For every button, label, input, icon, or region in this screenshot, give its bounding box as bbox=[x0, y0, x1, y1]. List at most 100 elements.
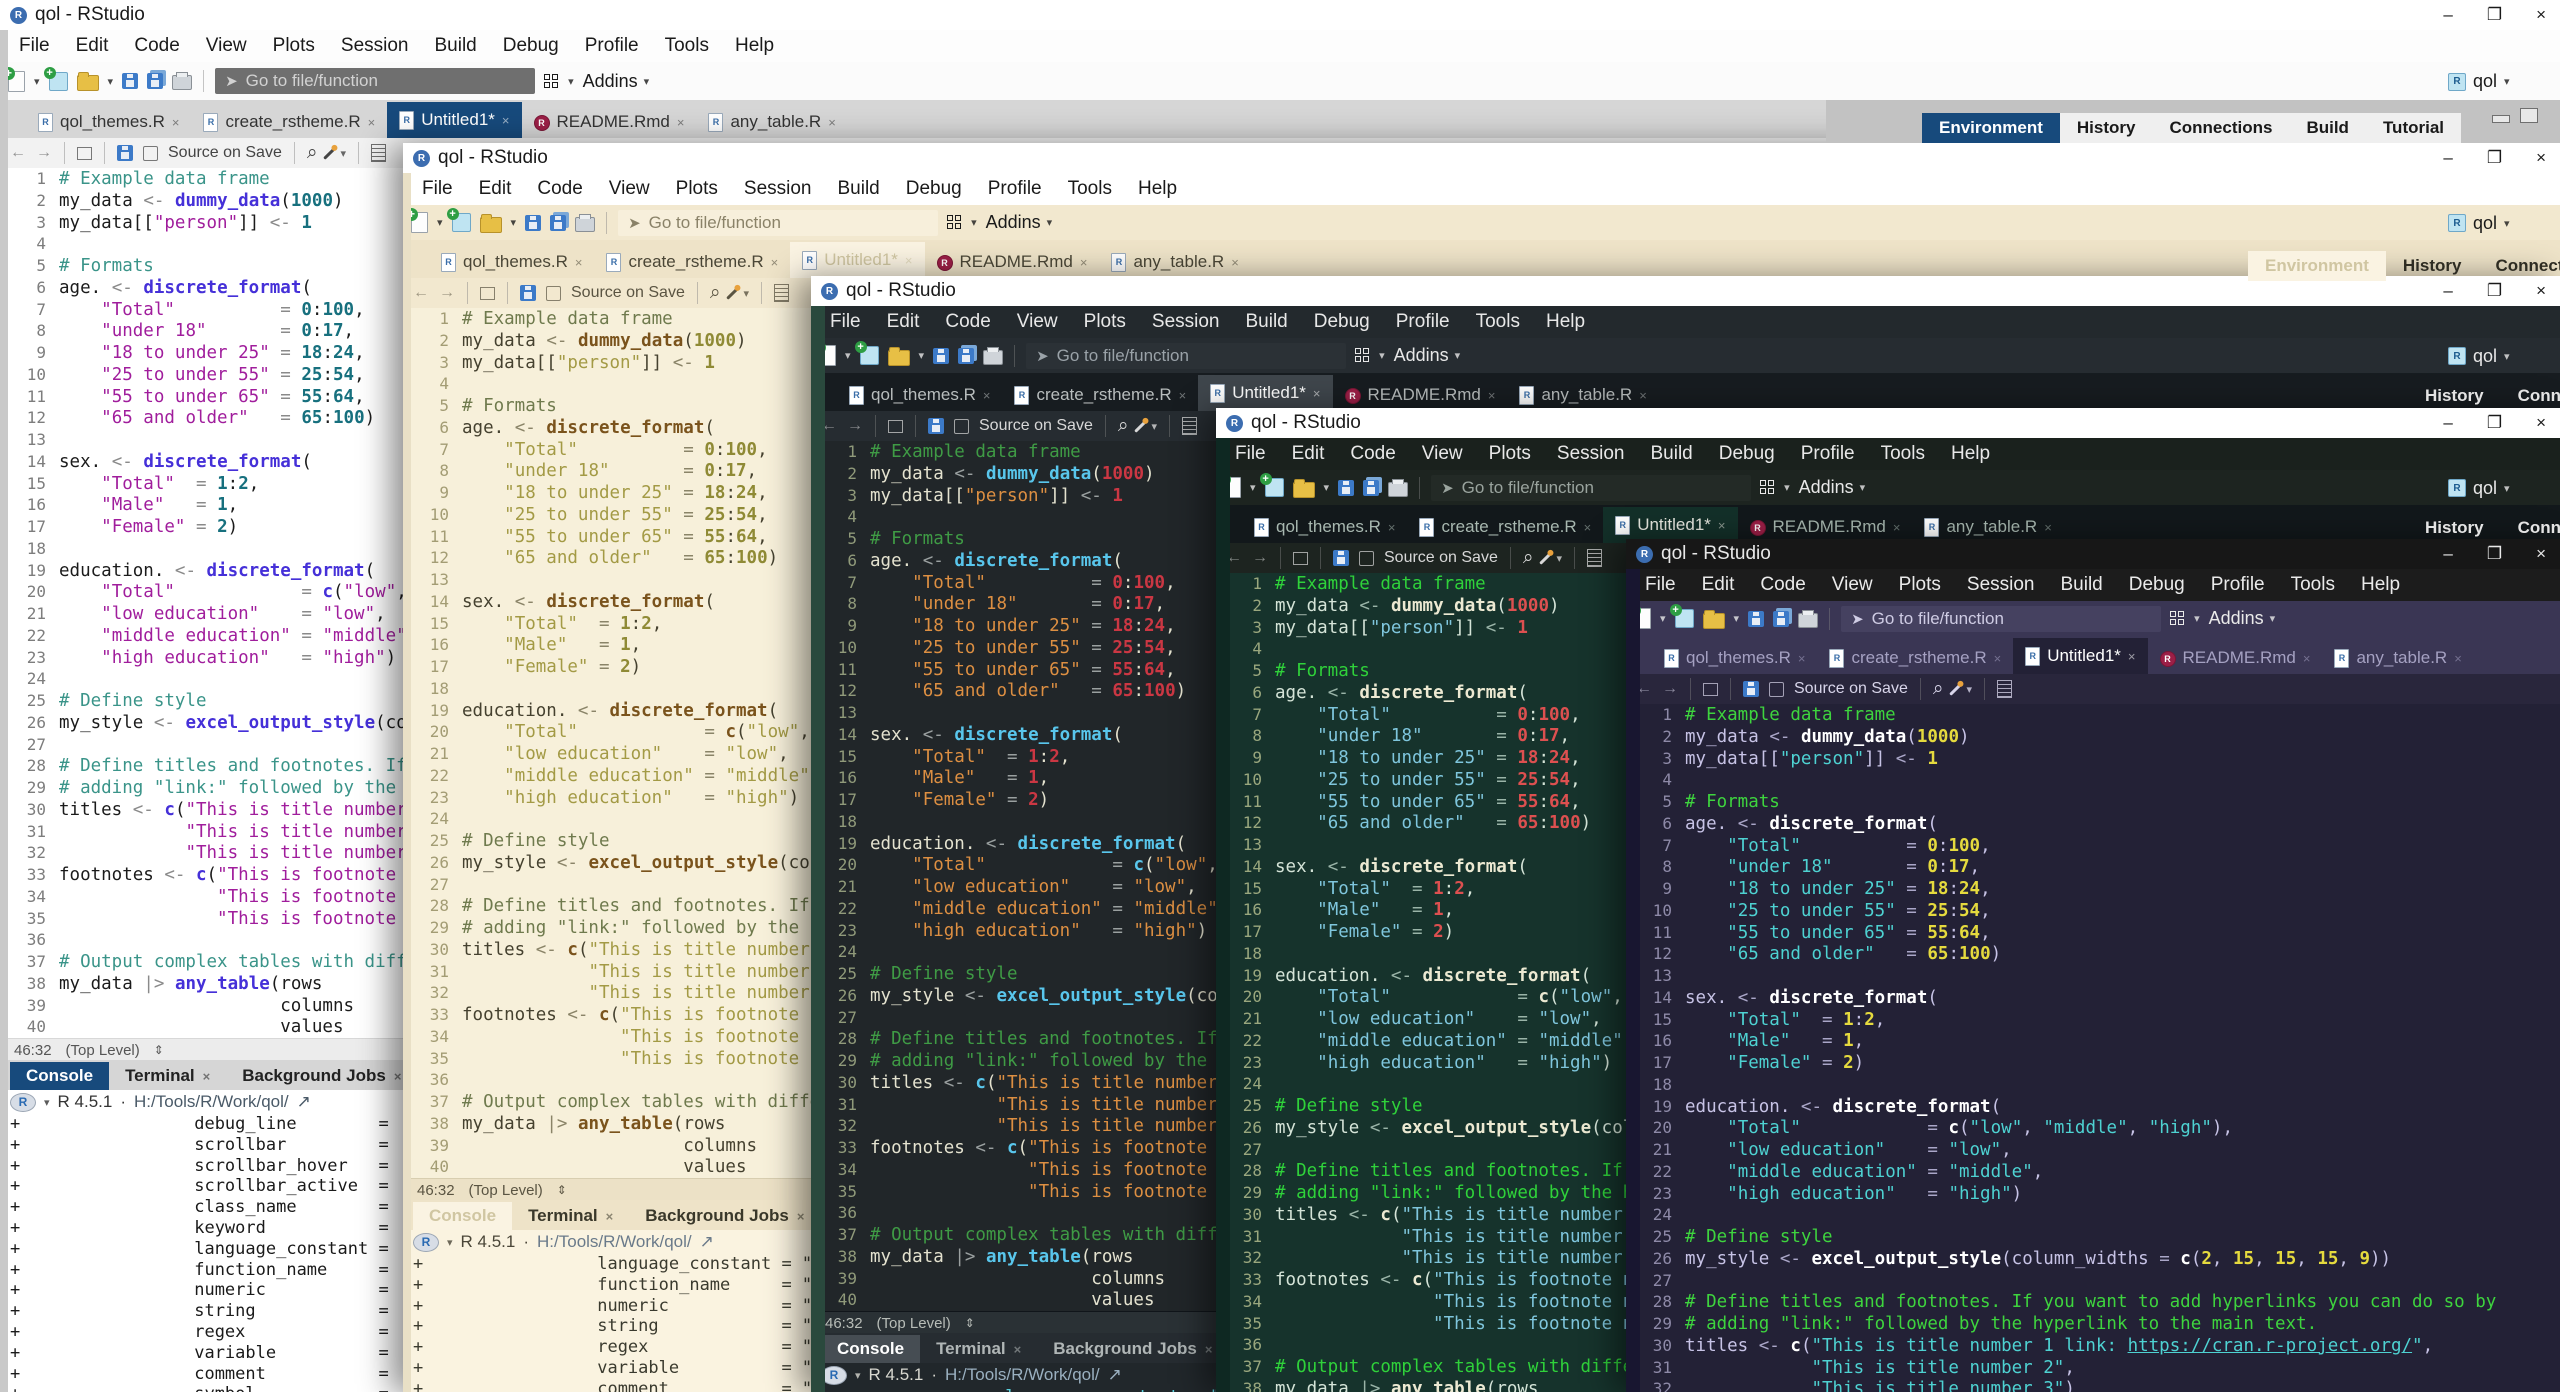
code-tools-caret-icon[interactable]: ▾ bbox=[341, 147, 347, 160]
close-button[interactable]: × bbox=[2536, 413, 2546, 433]
console-tab-background-jobs[interactable]: Background Jobs× bbox=[226, 1062, 417, 1090]
menu-item-edit[interactable]: Edit bbox=[63, 35, 122, 57]
editor-tab-qol-themes-r[interactable]: Rqol_themes.R× bbox=[429, 246, 594, 278]
menu-item-file[interactable]: File bbox=[1222, 443, 1279, 465]
code-tools-caret-icon[interactable]: ▾ bbox=[744, 287, 750, 300]
menu-item-plots[interactable]: Plots bbox=[1476, 443, 1544, 465]
maximize-button[interactable]: ❐ bbox=[2487, 5, 2502, 25]
tab-close-icon[interactable]: × bbox=[1388, 520, 1396, 535]
pane-tab-build[interactable]: Build bbox=[2289, 113, 2366, 143]
menu-item-profile[interactable]: Profile bbox=[1788, 443, 1868, 465]
console-tab-background-jobs[interactable]: Background Jobs× bbox=[1037, 1335, 1228, 1363]
r-version-caret-icon[interactable]: ▾ bbox=[44, 1096, 50, 1109]
tab-close-icon[interactable]: × bbox=[2128, 649, 2136, 664]
save-icon[interactable] bbox=[933, 348, 949, 364]
tab-close-icon[interactable]: × bbox=[2303, 651, 2311, 666]
print-icon[interactable] bbox=[172, 72, 192, 90]
editor-tab-readme-rmd[interactable]: RREADME.Rmd× bbox=[2148, 642, 2323, 674]
editor-tab-readme-rmd[interactable]: RREADME.Rmd× bbox=[522, 106, 697, 138]
pane-tab-connections[interactable]: Connections bbox=[2501, 513, 2560, 543]
pane-tab-history[interactable]: History bbox=[2408, 513, 2501, 543]
panes-grid-icon[interactable] bbox=[1355, 348, 1370, 363]
console-tab-terminal[interactable]: Terminal× bbox=[512, 1202, 629, 1230]
panes-dropdown-icon[interactable]: ▾ bbox=[2194, 612, 2200, 625]
editor-tab-qol-themes-r[interactable]: Rqol_themes.R× bbox=[1242, 511, 1407, 543]
open-file-icon[interactable] bbox=[1703, 609, 1725, 629]
menu-item-build[interactable]: Build bbox=[825, 178, 893, 200]
editor-tab-any-table-r[interactable]: Rany_table.R× bbox=[696, 106, 847, 138]
editor-tab-untitled1-[interactable]: RUntitled1*× bbox=[1198, 375, 1332, 411]
code-editor[interactable]: 1# Example data frame2my_data <- dummy_d… bbox=[1626, 704, 2560, 1392]
code-tools-icon[interactable] bbox=[328, 146, 331, 161]
minimize-button[interactable]: – bbox=[2443, 413, 2452, 433]
editor-tab-qol-themes-r[interactable]: Rqol_themes.R× bbox=[26, 106, 191, 138]
menu-item-plots[interactable]: Plots bbox=[260, 35, 328, 57]
console-tab-terminal[interactable]: Terminal× bbox=[920, 1335, 1037, 1363]
editor-tab-any-table-r[interactable]: Rany_table.R× bbox=[1507, 379, 1658, 411]
tab-close-icon[interactable]: × bbox=[1231, 255, 1239, 270]
editor-tab-qol-themes-r[interactable]: Rqol_themes.R× bbox=[1652, 642, 1817, 674]
menu-item-help[interactable]: Help bbox=[1125, 178, 1190, 200]
open-recent-dropdown-icon[interactable]: ▾ bbox=[511, 216, 517, 229]
save-icon[interactable] bbox=[117, 145, 133, 161]
menu-item-file[interactable]: File bbox=[6, 35, 63, 57]
menu-item-help[interactable]: Help bbox=[1533, 311, 1598, 333]
panes-grid-icon[interactable] bbox=[544, 74, 559, 89]
project-selector[interactable]: Rqol▾ bbox=[2448, 213, 2510, 234]
menu-item-session[interactable]: Session bbox=[1954, 574, 2048, 596]
tab-close-icon[interactable]: × bbox=[1179, 388, 1187, 403]
tab-close-icon[interactable]: × bbox=[394, 1069, 402, 1084]
pane-tab-environment[interactable]: Environment bbox=[1922, 113, 2060, 143]
source-on-save-checkbox[interactable] bbox=[546, 286, 561, 301]
panes-dropdown-icon[interactable]: ▾ bbox=[568, 75, 574, 88]
new-file-dropdown-icon[interactable]: ▾ bbox=[437, 216, 443, 229]
save-icon[interactable] bbox=[520, 285, 536, 301]
compile-report-icon[interactable] bbox=[774, 284, 789, 302]
panes-grid-icon[interactable] bbox=[1760, 480, 1775, 495]
find-replace-icon[interactable]: ⌕ bbox=[1933, 678, 1944, 700]
menu-item-build[interactable]: Build bbox=[1638, 443, 1706, 465]
addins-button[interactable]: Addins▾ bbox=[1799, 477, 1866, 498]
menu-item-profile[interactable]: Profile bbox=[975, 178, 1055, 200]
pane-tab-connections[interactable]: Connections bbox=[2152, 113, 2289, 143]
console-tab-console[interactable]: Console bbox=[10, 1062, 109, 1090]
tab-close-icon[interactable]: × bbox=[677, 115, 685, 130]
tab-close-icon[interactable]: × bbox=[905, 253, 913, 268]
editor-tab-create-rstheme-r[interactable]: Rcreate_rstheme.R× bbox=[1817, 642, 2013, 674]
print-icon[interactable] bbox=[1798, 610, 1818, 628]
menu-item-profile[interactable]: Profile bbox=[1383, 311, 1463, 333]
save-all-icon[interactable] bbox=[1363, 480, 1379, 496]
editor-tab-untitled1-[interactable]: RUntitled1*× bbox=[387, 102, 521, 138]
goto-file-function-input[interactable]: ➤Go to file/function bbox=[1431, 475, 1751, 501]
tab-close-icon[interactable]: × bbox=[1639, 388, 1647, 403]
scope-indicator[interactable]: (Top Level) bbox=[66, 1042, 140, 1059]
editor-tab-untitled1-[interactable]: RUntitled1*× bbox=[1603, 507, 1737, 543]
save-icon[interactable] bbox=[1743, 681, 1759, 697]
save-icon[interactable] bbox=[1333, 550, 1349, 566]
pane-tab-connections[interactable]: Connections bbox=[2478, 251, 2560, 281]
forward-icon[interactable]: → bbox=[36, 144, 52, 162]
minimize-button[interactable]: – bbox=[2443, 544, 2452, 564]
project-selector[interactable]: Rqol▾ bbox=[2448, 478, 2510, 499]
tab-close-icon[interactable]: × bbox=[1080, 255, 1088, 270]
console-tab-background-jobs[interactable]: Background Jobs× bbox=[629, 1202, 820, 1230]
find-replace-icon[interactable]: ⌕ bbox=[710, 282, 721, 304]
minimize-button[interactable]: – bbox=[2443, 5, 2452, 25]
show-in-new-window-icon[interactable] bbox=[1703, 683, 1718, 696]
editor-tab-any-table-r[interactable]: Rany_table.R× bbox=[1099, 246, 1250, 278]
source-on-save-checkbox[interactable] bbox=[1769, 682, 1784, 697]
tab-close-icon[interactable]: × bbox=[771, 255, 779, 270]
tab-close-icon[interactable]: × bbox=[1205, 1342, 1213, 1357]
tab-close-icon[interactable]: × bbox=[1718, 518, 1726, 533]
minimize-button[interactable]: – bbox=[2443, 148, 2452, 168]
menu-item-build[interactable]: Build bbox=[422, 35, 490, 57]
save-all-icon[interactable] bbox=[1773, 611, 1789, 627]
pane-tab-history[interactable]: History bbox=[2386, 251, 2479, 281]
new-project-icon[interactable]: + bbox=[1265, 478, 1284, 497]
save-icon[interactable] bbox=[122, 73, 138, 89]
close-button[interactable]: × bbox=[2536, 148, 2546, 168]
code-tools-icon[interactable] bbox=[1139, 419, 1142, 434]
save-icon[interactable] bbox=[928, 418, 944, 434]
pane-tab-environment[interactable]: Environment bbox=[2248, 251, 2386, 281]
open-file-icon[interactable] bbox=[77, 71, 99, 91]
